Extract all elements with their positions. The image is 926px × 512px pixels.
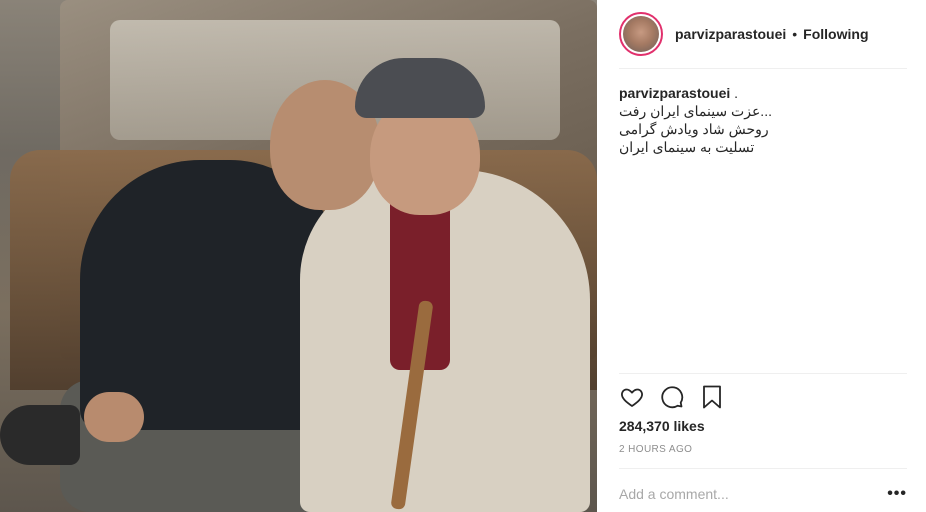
caption-line: ...عزت سینمای ایران رفت xyxy=(619,103,772,119)
comment-icon[interactable] xyxy=(659,384,685,410)
more-options-icon[interactable]: ••• xyxy=(887,485,907,503)
post-photo[interactable] xyxy=(0,0,597,512)
header-divider xyxy=(619,68,907,69)
caption-author-suffix: . xyxy=(730,85,739,101)
likes-count[interactable]: 284,370 likes xyxy=(619,418,705,434)
left-man-shoe xyxy=(0,405,80,465)
heart-icon[interactable] xyxy=(619,384,645,410)
comment-form: ••• xyxy=(619,475,907,512)
post-sidebar: parvizparastouei • Following parvizparas… xyxy=(597,0,926,512)
caption-line: تسلیت به سینمای ایران xyxy=(619,139,755,155)
header-user-info: parvizparastouei • Following xyxy=(675,26,869,42)
post-timestamp[interactable]: 2 HOURS AGO xyxy=(619,444,692,455)
following-button[interactable]: Following xyxy=(803,26,868,42)
actions-divider xyxy=(619,373,907,374)
comment-divider xyxy=(619,468,907,469)
header-separator: • xyxy=(792,26,798,42)
caption-line: روحش شاد ویادش گرامی xyxy=(619,121,769,137)
post-header: parvizparastouei • Following xyxy=(597,0,926,68)
comment-input[interactable] xyxy=(619,485,888,502)
action-bar xyxy=(619,382,907,412)
header-username[interactable]: parvizparastouei xyxy=(675,26,786,42)
avatar-image xyxy=(623,16,659,52)
caption-author[interactable]: parvizparastouei xyxy=(619,85,730,101)
right-man-hat xyxy=(355,58,485,118)
caption: parvizparastouei . ...عزت سینمای ایران ر… xyxy=(619,84,907,156)
bookmark-icon[interactable] xyxy=(699,384,725,410)
left-man-hand xyxy=(84,392,144,442)
avatar[interactable] xyxy=(619,12,663,56)
